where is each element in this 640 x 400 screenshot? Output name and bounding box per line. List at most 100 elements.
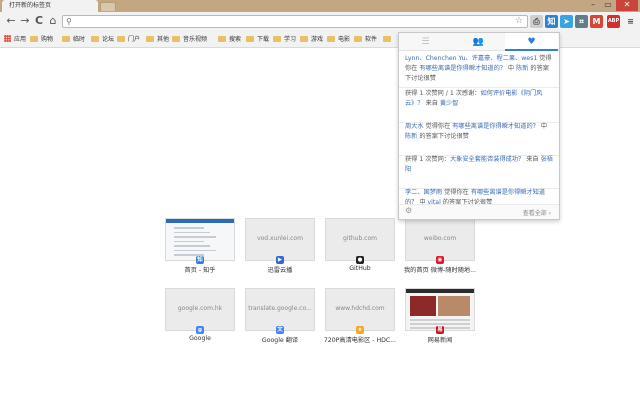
bookmark-folder[interactable]: 音乐视频 [172,35,207,45]
reload-button[interactable]: C [32,14,46,28]
notification-item[interactable]: 获得 1 次赞同 / 1 次感谢：如何评价电影《阴门风云》？ 来自 黄少智 [405,89,555,120]
folder-icon [383,36,391,42]
thumbnail-preview [410,296,436,316]
author-link[interactable]: 陈新 [516,65,528,72]
thumbnail-label[interactable]: Google 翻译 [240,335,320,344]
bookmark-folder[interactable]: 其他 [146,35,169,45]
github-favicon-icon: ● [356,256,364,264]
reload-icon: C [34,14,44,27]
heart-icon: ♥ [527,37,536,47]
bookmark-label: 音乐视频 [183,36,208,43]
question-link[interactable]: 有哪些离谱是你得瞬才知道的？ [419,65,506,72]
extension-button[interactable]: ABP [607,15,620,28]
thumbnail-tile[interactable]: www.hdchd.com [325,288,395,331]
notification-users[interactable]: 周大水 [405,123,424,130]
extension-button[interactable]: M [590,15,603,28]
thumbnail-url: translate.google.co... [248,305,312,312]
thumbnail-label[interactable]: 迅雷云播 [240,265,320,274]
paper-plane-icon: ➤ [563,17,570,26]
thumbnail-label[interactable]: 网易新闻 [400,335,480,344]
bookmark-folder[interactable]: 搜索 [218,35,241,45]
thumbnail-preview [438,296,470,316]
notification-item[interactable]: 周大水 觉得你在 有哪些离谱是你得瞬才知道的？ 中 陈新 的答案下讨论很赞 [405,122,555,153]
notification-users[interactable]: Lynn、Chenchen Yu、许嘉豪、程二果、wes1 [405,55,537,62]
people-icon: 👥 [472,37,485,47]
thumbnail-url: vod.xunlei.com [257,235,303,242]
bookmark-folder[interactable] [383,35,394,45]
folder-icon [300,36,308,42]
thumbnail-tile[interactable]: translate.google.co... [245,288,315,331]
thumbnail-tile[interactable] [405,288,475,331]
apps-grid-icon [4,35,11,42]
extension-button[interactable]: ≡ [624,15,637,28]
tab-likes[interactable]: ♥ [505,33,558,51]
thumbnail-label[interactable]: 首页 - 知乎 [160,265,240,274]
thumbnail-tile[interactable]: github.com [325,218,395,261]
question-link[interactable]: 大象安全套能否装得成功？ [450,156,524,163]
thumbnail-label[interactable]: GitHub [320,265,400,272]
bookmark-folder[interactable]: 论坛 [91,35,114,45]
bookmark-folder[interactable]: 软件 [354,35,377,45]
notification-text: 觉得你在 [442,189,471,196]
tab-followers[interactable]: 👥 [452,33,505,51]
maximize-button[interactable]: ▭ [601,0,615,11]
folder-icon [146,36,154,42]
tab-new-tab-page[interactable]: 打开新的标签页 [2,0,98,12]
thumbnail-label[interactable]: 我的首页 微博-随时随地... [400,265,480,274]
bookmark-folder[interactable]: 电影 [327,35,350,45]
bookmark-folder[interactable]: 学习 [273,35,296,45]
close-window-button[interactable]: ✕ [616,0,638,11]
thumbnail-tile[interactable]: vod.xunlei.com [245,218,315,261]
bookmark-folder[interactable]: 临时 [62,35,85,45]
notification-text: 觉得你在 [423,123,453,130]
thumbnail-label[interactable]: 720P高清电影区 - HDC... [320,335,400,344]
thumbnail-label[interactable]: Google [160,335,240,342]
omnibox[interactable]: ⚲ ☆ [62,15,528,28]
zhihu-favicon-icon: 知 [196,256,204,264]
address-input[interactable] [77,16,507,27]
notification-users[interactable]: 李二、国梦雨 [405,189,442,196]
tab-messages[interactable]: ☰ [399,33,452,51]
author-link[interactable]: 陈新 [405,133,417,140]
forward-button[interactable]: → [18,14,32,28]
notification-text: 获得 1 次赞同： [405,156,450,163]
extension-button[interactable]: ⌗ [575,15,588,28]
bookmark-star-icon[interactable]: ☆ [515,16,523,27]
thumbnail-preview [174,240,204,242]
extension-button[interactable]: ➤ [560,15,573,28]
thumbnail-tile[interactable]: weibo.com [405,218,475,261]
bookmark-folder[interactable]: 下载 [246,35,269,45]
thumbnail-url: github.com [343,235,377,242]
new-tab-button[interactable] [100,2,116,11]
bookmark-folder[interactable]: 购物 [30,35,53,45]
gear-icon[interactable]: ⚙ [405,206,412,215]
forward-arrow-icon: → [20,14,30,27]
back-button[interactable]: ← [4,14,18,28]
divider [399,87,559,88]
xunlei-favicon-icon: ▶ [276,256,284,264]
netease-favicon-icon: 易 [436,326,444,334]
bookmark-folder[interactable]: 门户 [117,35,140,45]
notification-item[interactable]: 获得 1 次赞同：大象安全套能否装得成功？ 来自 张梧阳 [405,155,555,186]
browser-window: 打开新的标签页 – ▭ ✕ ← → C ⌂ ⚲ ☆ ⎙ 知 ➤ ⌗ M ABP ≡ 应用 购… [0,0,640,400]
question-link[interactable]: 有哪些离谱是你得瞬才知道的？ [452,123,539,130]
author-link[interactable]: 黄少智 [440,100,459,107]
notification-item[interactable]: Lynn、Chenchen Yu、许嘉豪、程二果、wes1 觉得你在 有哪些离谱… [405,54,555,85]
bookmark-folder[interactable]: 游戏 [300,35,323,45]
home-button[interactable]: ⌂ [46,14,60,28]
thumbnail-tile[interactable]: google.com.hk [165,288,235,331]
folder-icon [246,36,254,42]
bookmark-apps[interactable]: 应用 [4,35,26,45]
search-icon: ⚲ [66,17,72,26]
bookmark-label: 论坛 [102,36,115,43]
folder-icon [273,36,281,42]
thumbnail-tile[interactable] [165,218,235,261]
thumbnail-preview [410,323,470,325]
view-all-link[interactable]: 查看全部 › [523,208,551,217]
thumbnail-preview [174,227,204,229]
hdc-favicon-icon: ★ [356,326,364,334]
extension-button[interactable]: 知 [545,15,558,28]
minimize-button[interactable]: – [586,0,600,11]
thumbnail-preview [406,289,474,293]
extension-button[interactable]: ⎙ [530,15,543,28]
